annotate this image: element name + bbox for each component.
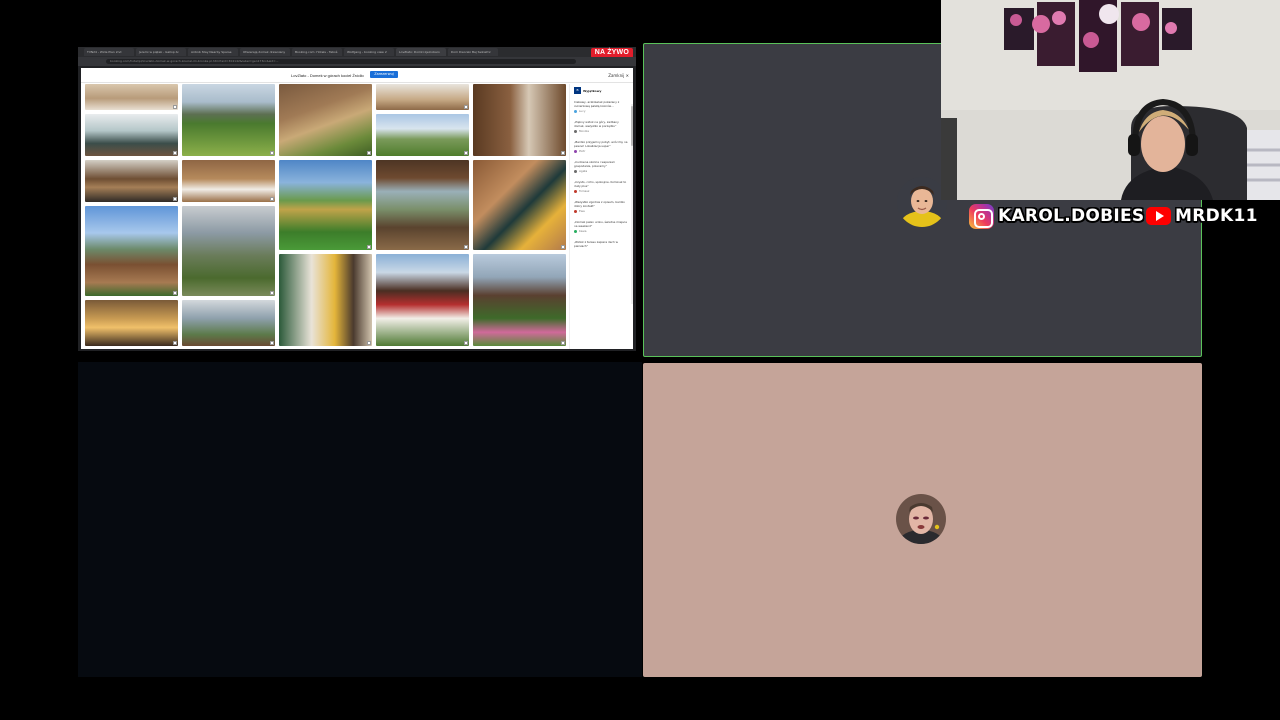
browser-tab-strip: TVN24 - Wide Plan 2nd Jeremi w piątek - …	[78, 47, 636, 57]
gallery-photo[interactable]	[376, 84, 469, 110]
review-text: „Czysto, cicho, spokojnie. Kominek to du…	[574, 180, 627, 188]
review-item: „Cudowna okolica i wspaniali gospodarze,…	[574, 160, 629, 173]
gallery-photo[interactable]	[376, 114, 469, 156]
gallery-photo[interactable]	[279, 160, 372, 250]
youtube-handle: MRDK11	[1175, 206, 1258, 226]
reviewer-name: Piotr	[579, 149, 586, 153]
review-text: „Domek pełen uroku, świetne miejsce na w…	[574, 220, 627, 228]
gallery-photo[interactable]	[182, 84, 275, 156]
reviewer-avatar	[574, 189, 577, 193]
participant-avatar	[897, 177, 947, 227]
booking-logo-icon: B	[574, 87, 581, 94]
reviews-scrollbar-thumb[interactable]	[631, 106, 633, 146]
instagram-icon	[969, 203, 994, 229]
gallery-photo[interactable]	[473, 254, 566, 346]
property-title: LovZlato - Domek w górach kocieł Źródło	[291, 73, 364, 78]
review-item: „Piękny widok na góry, zadbany domek, ws…	[574, 120, 629, 133]
gallery-header: LovZlato - Domek w górach kocieł Źródło …	[81, 68, 633, 83]
reviewer-name: Tomasz	[579, 189, 590, 193]
browser-tab[interactable]: Booking.com: Hotels - Taboš	[292, 48, 342, 56]
review-item: „Widok z tarasu zapiera dech w piersiach…	[574, 240, 629, 248]
gallery-photo[interactable]	[473, 84, 566, 156]
address-bar[interactable]: booking.com/hotel/pl/lovzlato-domek-w-go…	[106, 59, 576, 64]
participant-avatar	[896, 494, 946, 544]
gallery-photo[interactable]	[85, 114, 178, 156]
gallery-photo[interactable]	[182, 206, 275, 296]
review-item: Ciekawy, aczkolwiek pokazany z cukierkow…	[574, 100, 629, 113]
booking-gallery-page: LovZlato - Domek w górach kocieł Źródło …	[81, 68, 633, 349]
browser-tab[interactable]: Jeremi w piątek - Gallop.tv	[136, 48, 186, 56]
browser-tab-active[interactable]: LovZlato: Domki zjelcobaro	[396, 48, 446, 56]
reviewer-avatar	[574, 169, 577, 173]
review-text: „Bardzo przyjemny pobyt, wrócimy na pewn…	[574, 140, 628, 148]
browser-tab[interactable]: Wolfgang - booking view 2	[344, 48, 394, 56]
gallery-photo[interactable]	[85, 300, 178, 346]
gallery-photo[interactable]	[85, 84, 178, 110]
gallery-photo[interactable]	[376, 254, 469, 346]
review-item: „Domek pełen uroku, świetne miejsce na w…	[574, 220, 629, 233]
gallery-photo[interactable]	[85, 160, 178, 202]
review-text: Ciekawy, aczkolwiek pokazany z cukierkow…	[574, 100, 620, 108]
reviewer-avatar	[574, 229, 577, 233]
reviews-site-label: Wyjątkowy	[583, 88, 602, 93]
browser-tab[interactable]: TVN24 - Wide Plan 2nd	[84, 48, 134, 56]
review-text: „Piękny widok na góry, zadbany domek, ws…	[574, 120, 619, 128]
browser-tab[interactable]: Dom Dworski Baj Ssikiefcz	[448, 48, 498, 56]
gallery-photo[interactable]	[376, 160, 469, 250]
close-gallery-button[interactable]: Zamknij ✕	[608, 73, 629, 78]
gallery-photo[interactable]	[279, 254, 372, 346]
participant-tile-video-off[interactable]	[78, 362, 642, 677]
gallery-photo[interactable]	[473, 160, 566, 250]
reviewer-name: Ewa	[579, 209, 585, 213]
review-text: „Cudowna okolica i wspaniali gospodarze,…	[574, 160, 615, 168]
review-item: „Bardzo przyjemny pobyt, wrócimy na pewn…	[574, 140, 629, 153]
reviews-sidebar: B Wyjątkowy Ciekawy, aczkolwiek pokazany…	[569, 84, 633, 349]
reviewer-avatar	[574, 109, 577, 113]
reserve-button[interactable]: Zarezerwuj teraz	[370, 71, 398, 83]
streamer-webcam	[941, 0, 1280, 200]
review-text: „Wszystko zgodnie z opisem, bardzo dobry…	[574, 200, 625, 208]
gallery-photo[interactable]	[279, 84, 372, 156]
browser-toolbar: booking.com/hotel/pl/lovzlato-domek-w-go…	[78, 57, 636, 66]
gallery-photo[interactable]	[182, 300, 275, 346]
video-call-stage: TVN24 - Wide Plan 2nd Jeremi w piątek - …	[0, 0, 1280, 720]
reviewer-avatar	[574, 129, 577, 133]
photo-gallery	[85, 84, 567, 349]
youtube-handle-overlay: MRDK11	[1146, 203, 1258, 229]
reviewer-name: Agata	[579, 169, 588, 173]
reviewer-name: Kasia	[579, 229, 587, 233]
instagram-handle: KAROL.DOBIES	[998, 206, 1145, 226]
instagram-handle-overlay: KAROL.DOBIES	[969, 203, 1144, 229]
review-item: „Wszystko zgodnie z opisem, bardzo dobry…	[574, 200, 629, 213]
reviews-header: B Wyjątkowy	[574, 87, 629, 94]
reviewer-avatar	[574, 149, 577, 153]
review-text: „Widok z tarasu zapiera dech w piersiach…	[574, 240, 618, 248]
browser-tab[interactable]: Otwierają domek drewniany	[240, 48, 290, 56]
reviewer-name: Lucy	[579, 109, 586, 113]
review-item: „Czysto, cicho, spokojnie. Kominek to du…	[574, 180, 629, 193]
youtube-icon	[1146, 207, 1171, 225]
browser-tab[interactable]: Airbnb Stay Nearby Sparse	[188, 48, 238, 56]
gallery-photo[interactable]	[182, 160, 275, 202]
reviewer-avatar	[574, 209, 577, 213]
reviewer-name: Monika	[579, 129, 589, 133]
shared-screen-tile[interactable]: TVN24 - Wide Plan 2nd Jeremi w piątek - …	[78, 47, 636, 351]
gallery-photo[interactable]	[85, 206, 178, 296]
